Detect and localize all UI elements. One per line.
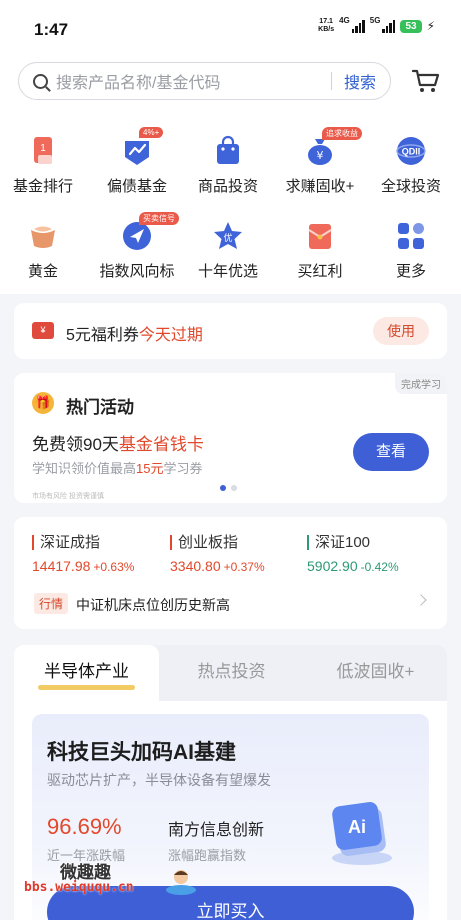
search-button[interactable]: 搜索 — [332, 69, 390, 93]
watermark-url: bbs.weiququ.cn — [24, 880, 134, 895]
coupon-icon: ¥ — [32, 322, 54, 339]
index-shenzhen-component[interactable]: 深证成指 14417.98 +0.63% — [32, 535, 134, 574]
svg-text:Ai: Ai — [348, 817, 366, 837]
chevron-right-icon[interactable] — [415, 594, 427, 606]
tab-hot-investment[interactable]: 热点投资 — [159, 645, 304, 701]
search-header: 搜索产品名称/基金代码 搜索 — [0, 56, 461, 108]
gold-icon — [27, 220, 59, 252]
signal-icon — [351, 19, 365, 33]
fund-tabs: 半导体产业 热点投资 低波固收+ — [14, 645, 447, 701]
shortcut-badge: 追求收益 — [322, 127, 362, 140]
shortcut-badge: 4%+ — [139, 127, 164, 138]
more-grid-icon — [395, 220, 427, 252]
coupon-text: 5元福利券今天过期 — [66, 327, 203, 344]
status-icons: 17.1 KB/s 4G 5G 53 ⚡ — [318, 15, 435, 34]
fund-card-subtitle: 驱动芯片扩产，半导体设备有望爆发 — [47, 772, 271, 788]
svg-text:1: 1 — [40, 143, 46, 154]
index-compass-icon: 买卖信号 — [121, 212, 179, 252]
fund-name: 南方信息创新 — [168, 822, 265, 839]
market-news[interactable]: 中证机床点位创历史新高 — [76, 595, 230, 615]
market-indices-card: 深证成指 14417.98 +0.63% 创业板指 3340.80 +0.37% 深… — [14, 517, 447, 629]
svg-text:QDII: QDII — [402, 147, 421, 157]
signal-icon-2 — [382, 19, 396, 33]
hot-activity-card[interactable]: 完成学习 🎁 热门活动 免费领90天基金省钱卡 学知识领价值最高15元学习券 查… — [14, 373, 447, 503]
shortcut-index-signal[interactable]: 买卖信号 指数风向标 — [91, 212, 183, 281]
bond-fund-icon: 4%+ — [121, 127, 164, 167]
coupon-banner[interactable]: ¥ 5元福利券今天过期 使用 — [14, 303, 447, 359]
risk-disclaimer: 市场有风险 投资需谨慎 — [32, 493, 104, 500]
shortcut-grid: 1 基金排行 4%+ 偏债基金 商品投资 ¥ 追求收益 求赚固收+ QDII 全… — [0, 108, 461, 294]
gift-icon: 🎁 — [32, 392, 54, 414]
index-chinext[interactable]: 创业板指 3340.80 +0.37% — [170, 535, 265, 574]
network-speed: 17.1 KB/s — [318, 18, 335, 33]
use-coupon-button[interactable]: 使用 — [373, 317, 429, 345]
shortcut-bond-fund[interactable]: 4%+ 偏债基金 — [91, 127, 183, 196]
site-watermark: 微趣趣 bbs.weiququ.cn — [24, 858, 204, 902]
shortcut-commodity[interactable]: 商品投资 — [182, 135, 274, 196]
activity-subtitle: 学知识领价值最高15元学习券 — [32, 461, 203, 476]
news-tag: 行情 — [34, 593, 69, 614]
carousel-dots — [220, 485, 237, 491]
shortcut-gold[interactable]: 黄金 — [0, 220, 89, 281]
fund-card-title: 科技巨头加码AI基建 — [47, 741, 236, 764]
cart-icon[interactable] — [411, 66, 441, 96]
star-quality-icon: 优 — [212, 220, 244, 252]
ranking-icon: 1 — [27, 135, 59, 167]
shortcut-fund-ranking[interactable]: 1 基金排行 — [0, 135, 89, 196]
shortcut-more[interactable]: 更多 — [365, 220, 457, 281]
shortcut-global[interactable]: QDII 全球投资 — [365, 135, 457, 196]
qdii-globe-icon: QDII — [395, 135, 427, 167]
money-bag-icon: ¥ 追求收益 — [304, 127, 362, 167]
ai-chip-icon: Ai — [332, 802, 392, 865]
tab-low-volatility[interactable]: 低波固收+ — [304, 645, 447, 701]
fund-return-rate: 96.69% — [47, 814, 122, 839]
svg-text:优: 优 — [223, 232, 232, 244]
index-shenzhen-100[interactable]: 深证100 5902.90 -0.42% — [307, 535, 399, 574]
shortcut-fixed-income[interactable]: ¥ 追求收益 求赚固收+ — [274, 127, 366, 196]
shortcut-ten-year[interactable]: 优 十年优选 — [182, 220, 274, 281]
status-bar: 1:47 17.1 KB/s 4G 5G 53 ⚡ — [0, 0, 461, 56]
search-bar[interactable]: 搜索产品名称/基金代码 搜索 — [18, 62, 391, 100]
search-input[interactable]: 搜索产品名称/基金代码 — [56, 69, 331, 93]
charging-icon: ⚡ — [426, 19, 435, 33]
network-type-1: 4G — [339, 15, 350, 25]
status-time: 1:47 — [34, 20, 69, 39]
shortcut-dividend[interactable]: 买红利 — [274, 220, 366, 281]
activity-headline: 免费领90天基金省钱卡 — [32, 435, 204, 454]
shopping-bag-icon — [212, 135, 244, 167]
svg-text:¥: ¥ — [317, 149, 324, 162]
red-envelope-icon — [304, 220, 336, 252]
network-type-2: 5G — [369, 15, 381, 25]
view-activity-button[interactable]: 查看 — [353, 433, 429, 471]
shortcut-badge: 买卖信号 — [139, 212, 179, 225]
search-icon — [33, 73, 48, 89]
watermark-mascot-icon — [166, 870, 196, 895]
activity-corner-tag: 完成学习 — [395, 373, 447, 394]
activity-title: 热门活动 — [66, 398, 134, 417]
battery-icon: 53 — [400, 19, 422, 33]
tab-semiconductor[interactable]: 半导体产业 — [14, 645, 159, 701]
